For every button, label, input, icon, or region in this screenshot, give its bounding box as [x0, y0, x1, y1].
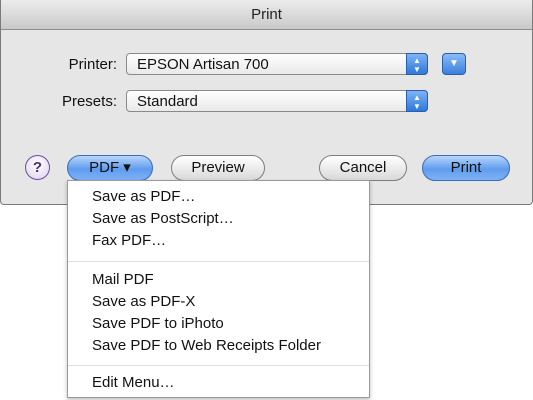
cancel-button[interactable]: Cancel: [319, 155, 407, 181]
pdf-dropdown-menu: Save as PDF… Save as PostScript… Fax PDF…: [67, 180, 370, 398]
menu-item-save-as-pdf[interactable]: Save as PDF…: [92, 186, 195, 208]
pdf-menu-button[interactable]: PDF ▾: [67, 155, 153, 181]
printer-label: Printer:: [68, 56, 117, 73]
preview-button[interactable]: Preview: [171, 155, 265, 181]
printer-select[interactable]: EPSON Artisan 700 ▲ ▼: [126, 53, 428, 75]
help-button[interactable]: ?: [25, 155, 50, 180]
up-down-arrows-icon: ▲ ▼: [406, 90, 428, 112]
menu-item-fax-pdf[interactable]: Fax PDF…: [92, 230, 166, 252]
presets-label: Presets:: [61, 93, 117, 110]
menu-item-save-pdf-to-web-receipts[interactable]: Save PDF to Web Receipts Folder: [92, 335, 321, 357]
up-down-arrows-icon: ▲ ▼: [406, 53, 428, 75]
print-dialog: Print Printer: EPSON Artisan 700 ▲ ▼ ▼ Pr…: [0, 0, 533, 205]
disclosure-button[interactable]: ▼: [442, 53, 466, 75]
presets-select-value: Standard: [137, 93, 198, 110]
menu-separator: [68, 261, 369, 262]
menu-item-save-pdf-to-iphoto[interactable]: Save PDF to iPhoto: [92, 313, 224, 335]
menu-item-save-as-postscript[interactable]: Save as PostScript…: [92, 208, 234, 230]
disclosure-triangle-icon: ▼: [449, 58, 459, 69]
printer-select-value: EPSON Artisan 700: [137, 56, 269, 73]
menu-item-save-as-pdf-x[interactable]: Save as PDF-X: [92, 291, 195, 313]
menu-item-edit-menu[interactable]: Edit Menu…: [92, 372, 175, 394]
presets-select[interactable]: Standard ▲ ▼: [126, 90, 428, 112]
menu-item-mail-pdf[interactable]: Mail PDF: [92, 269, 154, 291]
menu-separator: [68, 365, 369, 366]
window-title: Print: [1, 0, 532, 30]
print-button[interactable]: Print: [422, 155, 510, 181]
